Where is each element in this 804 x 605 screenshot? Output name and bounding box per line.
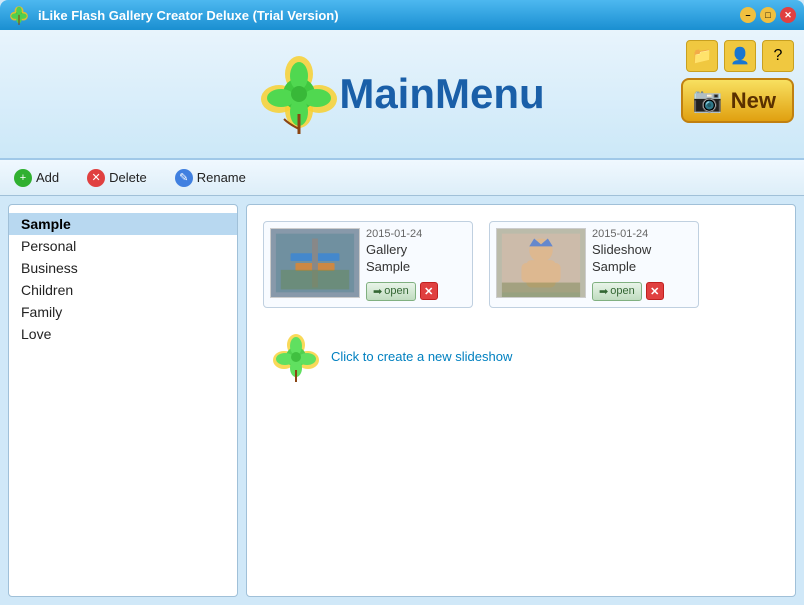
rename-label: Rename [197,170,246,185]
add-icon: + [14,169,32,187]
gallery-date-1: 2015-01-24 [366,228,466,240]
main-content: Sample Personal Business Children Family… [0,196,804,605]
window-title: iLike Flash Gallery Creator Deluxe (Tria… [38,8,740,23]
title-bar: iLike Flash Gallery Creator Deluxe (Tria… [0,0,804,30]
delete-card-button-1[interactable]: ✕ [420,282,438,300]
open-label-2: open [610,285,634,297]
folder-icon-button[interactable]: 📁 [686,40,718,72]
gallery-name-1: GallerySample [366,242,466,276]
header-logo-icon [259,54,339,134]
page-title: MainMenu [339,70,544,118]
sidebar: Sample Personal Business Children Family… [8,204,238,597]
create-slideshow-card[interactable]: Click to create a new slideshow [263,324,520,390]
gallery-thumb-1 [270,228,360,298]
maximize-button[interactable]: □ [760,7,776,23]
gallery-thumb-2 [496,228,586,298]
open-button-1[interactable]: ➡ open [366,282,416,301]
add-button[interactable]: + Add [8,167,65,189]
new-button[interactable]: 📷 New [681,78,794,123]
close-button[interactable]: ✕ [780,7,796,23]
create-icon [271,332,321,382]
open-label-1: open [384,285,408,297]
gallery-actions-1: ➡ open ✕ [366,282,466,301]
app-logo-icon [8,4,30,26]
gallery-info-1: 2015-01-24 GallerySample ➡ open ✕ [366,228,466,301]
add-label: Add [36,170,59,185]
thumb-image-2 [497,228,585,298]
sidebar-item-family[interactable]: Family [9,301,237,323]
delete-label: Delete [109,170,147,185]
sidebar-item-personal[interactable]: Personal [9,235,237,257]
minimize-button[interactable]: – [740,7,756,23]
gallery-date-2: 2015-01-24 [592,228,692,240]
gallery-card-1: 2015-01-24 GallerySample ➡ open ✕ [263,221,473,308]
header-actions: 📁 👤 ? 📷 New [681,40,794,123]
sidebar-item-business[interactable]: Business [9,257,237,279]
create-clover-icon [271,332,321,382]
open-button-2[interactable]: ➡ open [592,282,642,301]
help-icon-button[interactable]: ? [762,40,794,72]
camera-icon: 📷 [693,86,723,115]
user-icon-button[interactable]: 👤 [724,40,756,72]
open-arrow-icon-2: ➡ [599,285,608,298]
gallery-info-2: 2015-01-24 SlideshowSample ➡ open ✕ [592,228,692,301]
gallery-name-2: SlideshowSample [592,242,692,276]
sidebar-item-children[interactable]: Children [9,279,237,301]
rename-icon: ✎ [175,169,193,187]
gallery-actions-2: ➡ open ✕ [592,282,692,301]
delete-icon: ✕ [87,169,105,187]
create-slideshow-text: Click to create a new slideshow [331,348,512,366]
toolbar: + Add ✕ Delete ✎ Rename [0,160,804,196]
header-icon-row: 📁 👤 ? [686,40,794,72]
delete-card-button-2[interactable]: ✕ [646,282,664,300]
delete-button[interactable]: ✕ Delete [81,167,153,189]
window-controls: – □ ✕ [740,7,796,23]
gallery-area: 2015-01-24 GallerySample ➡ open ✕ [246,204,796,597]
open-arrow-icon: ➡ [373,285,382,298]
new-button-label: New [731,88,776,114]
sidebar-item-love[interactable]: Love [9,323,237,345]
header: MainMenu 📁 👤 ? 📷 New [0,30,804,160]
gallery-card-2: 2015-01-24 SlideshowSample ➡ open ✕ [489,221,699,308]
rename-button[interactable]: ✎ Rename [169,167,252,189]
thumb-image-1 [271,228,359,298]
sidebar-item-sample[interactable]: Sample [9,213,237,235]
